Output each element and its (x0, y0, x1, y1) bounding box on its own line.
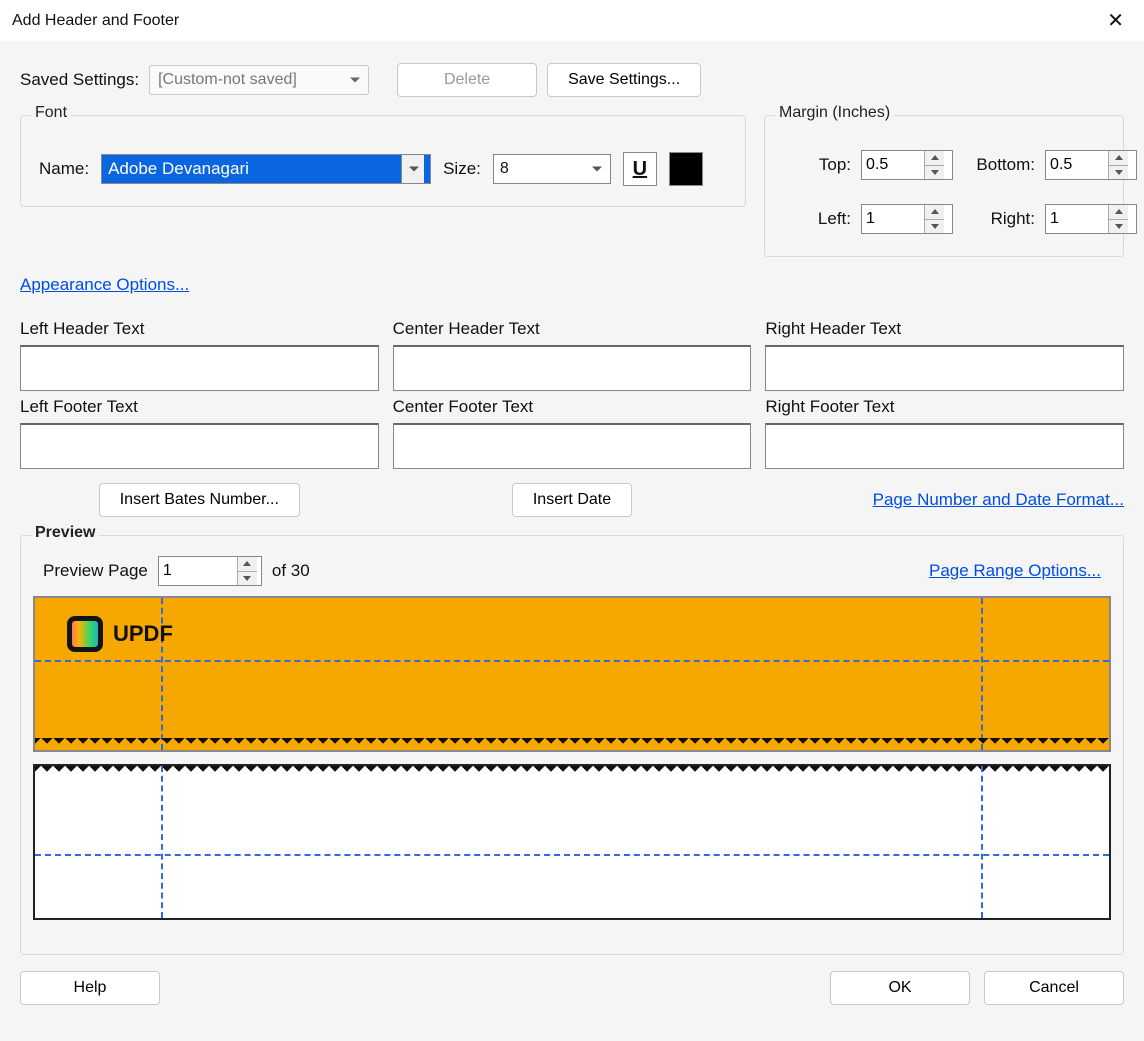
help-button[interactable]: Help (20, 971, 160, 1005)
center-footer-label: Center Footer Text (393, 397, 752, 417)
saved-settings-label: Saved Settings: (20, 70, 139, 90)
margin-right-label: Right: (959, 209, 1039, 229)
margin-legend: Margin (Inches) (775, 104, 894, 122)
right-footer-input[interactable] (765, 423, 1124, 469)
margin-bottom-input[interactable] (1046, 151, 1108, 179)
font-size-label: Size: (443, 159, 481, 179)
margin-guide-icon (981, 766, 983, 918)
font-name-label: Name: (39, 159, 89, 179)
close-icon[interactable]: ✕ (1101, 6, 1130, 35)
margin-guide-icon (981, 598, 983, 750)
save-settings-button[interactable]: Save Settings... (547, 63, 701, 97)
margin-top-spinner[interactable] (861, 150, 953, 180)
center-footer-input[interactable] (393, 423, 752, 469)
spinner-down-icon[interactable] (925, 219, 944, 234)
page-number-format-link[interactable]: Page Number and Date Format... (873, 490, 1124, 509)
spinner-up-icon[interactable] (925, 205, 944, 219)
chevron-down-icon (409, 167, 419, 172)
preview-footer-area (33, 764, 1111, 920)
underline-button[interactable]: U (623, 152, 657, 186)
preview-of-label: of 30 (272, 561, 310, 581)
margin-left-spinner[interactable] (861, 204, 953, 234)
document-logo: UPDF (67, 616, 173, 652)
saved-settings-row: Saved Settings: [Custom-not saved] Delet… (20, 63, 1124, 97)
font-group: Font Name: Adobe Devanagari Size: 8 U (20, 115, 746, 207)
delete-button[interactable]: Delete (397, 63, 537, 97)
margin-top-label: Top: (785, 155, 855, 175)
margin-top-input[interactable] (862, 151, 924, 179)
font-size-select[interactable]: 8 (493, 154, 611, 184)
center-header-input[interactable] (393, 345, 752, 391)
page-range-options-link[interactable]: Page Range Options... (929, 561, 1101, 581)
left-footer-label: Left Footer Text (20, 397, 379, 417)
spinner-up-icon[interactable] (1109, 151, 1128, 165)
saved-settings-select[interactable]: [Custom-not saved] (149, 65, 369, 95)
font-legend: Font (31, 104, 71, 122)
ok-button[interactable]: OK (830, 971, 970, 1005)
tear-edge-icon (35, 738, 1109, 750)
preview-page-spinner[interactable] (158, 556, 262, 586)
left-header-label: Left Header Text (20, 319, 379, 339)
cancel-button[interactable]: Cancel (984, 971, 1124, 1005)
right-header-label: Right Header Text (765, 319, 1124, 339)
font-name-select[interactable]: Adobe Devanagari (101, 154, 431, 184)
margin-guide-icon (35, 854, 1109, 856)
spinner-up-icon[interactable] (925, 151, 944, 165)
underline-icon: U (633, 158, 647, 181)
margin-bottom-spinner[interactable] (1045, 150, 1137, 180)
updf-logo-icon (67, 616, 103, 652)
title-bar: Add Header and Footer ✕ (0, 0, 1144, 41)
spinner-down-icon[interactable] (1109, 219, 1128, 234)
margin-right-spinner[interactable] (1045, 204, 1137, 234)
tear-edge-icon (35, 766, 1109, 778)
preview-legend: Preview (31, 524, 99, 542)
font-color-swatch[interactable] (669, 152, 703, 186)
appearance-options-link[interactable]: Appearance Options... (20, 275, 189, 295)
right-header-input[interactable] (765, 345, 1124, 391)
margin-guide-icon (35, 660, 1109, 662)
spinner-down-icon[interactable] (925, 165, 944, 180)
margin-left-label: Left: (785, 209, 855, 229)
margin-bottom-label: Bottom: (959, 155, 1039, 175)
saved-settings-value: [Custom-not saved] (158, 71, 297, 89)
preview-header-area: UPDF (33, 596, 1111, 752)
insert-bates-button[interactable]: Insert Bates Number... (99, 483, 300, 517)
margin-group: Margin (Inches) Top: Bottom: Left: Right… (764, 115, 1124, 257)
preview-page-label: Preview Page (43, 561, 148, 581)
right-footer-label: Right Footer Text (765, 397, 1124, 417)
preview-group: Preview Preview Page of 30 Page Range Op… (20, 535, 1124, 955)
insert-date-button[interactable]: Insert Date (512, 483, 632, 517)
center-header-label: Center Header Text (393, 319, 752, 339)
spinner-up-icon[interactable] (1109, 205, 1128, 219)
spinner-down-icon[interactable] (1109, 165, 1128, 180)
updf-logo-text: UPDF (113, 621, 173, 647)
left-footer-input[interactable] (20, 423, 379, 469)
preview-page-input[interactable] (159, 557, 237, 585)
margin-left-input[interactable] (862, 205, 924, 233)
font-name-value: Adobe Devanagari (108, 159, 249, 179)
margin-right-input[interactable] (1046, 205, 1108, 233)
left-header-input[interactable] (20, 345, 379, 391)
dialog-title: Add Header and Footer (12, 12, 179, 30)
margin-guide-icon (161, 766, 163, 918)
spinner-down-icon[interactable] (238, 571, 257, 586)
spinner-up-icon[interactable] (238, 557, 257, 571)
font-size-value: 8 (500, 160, 509, 178)
